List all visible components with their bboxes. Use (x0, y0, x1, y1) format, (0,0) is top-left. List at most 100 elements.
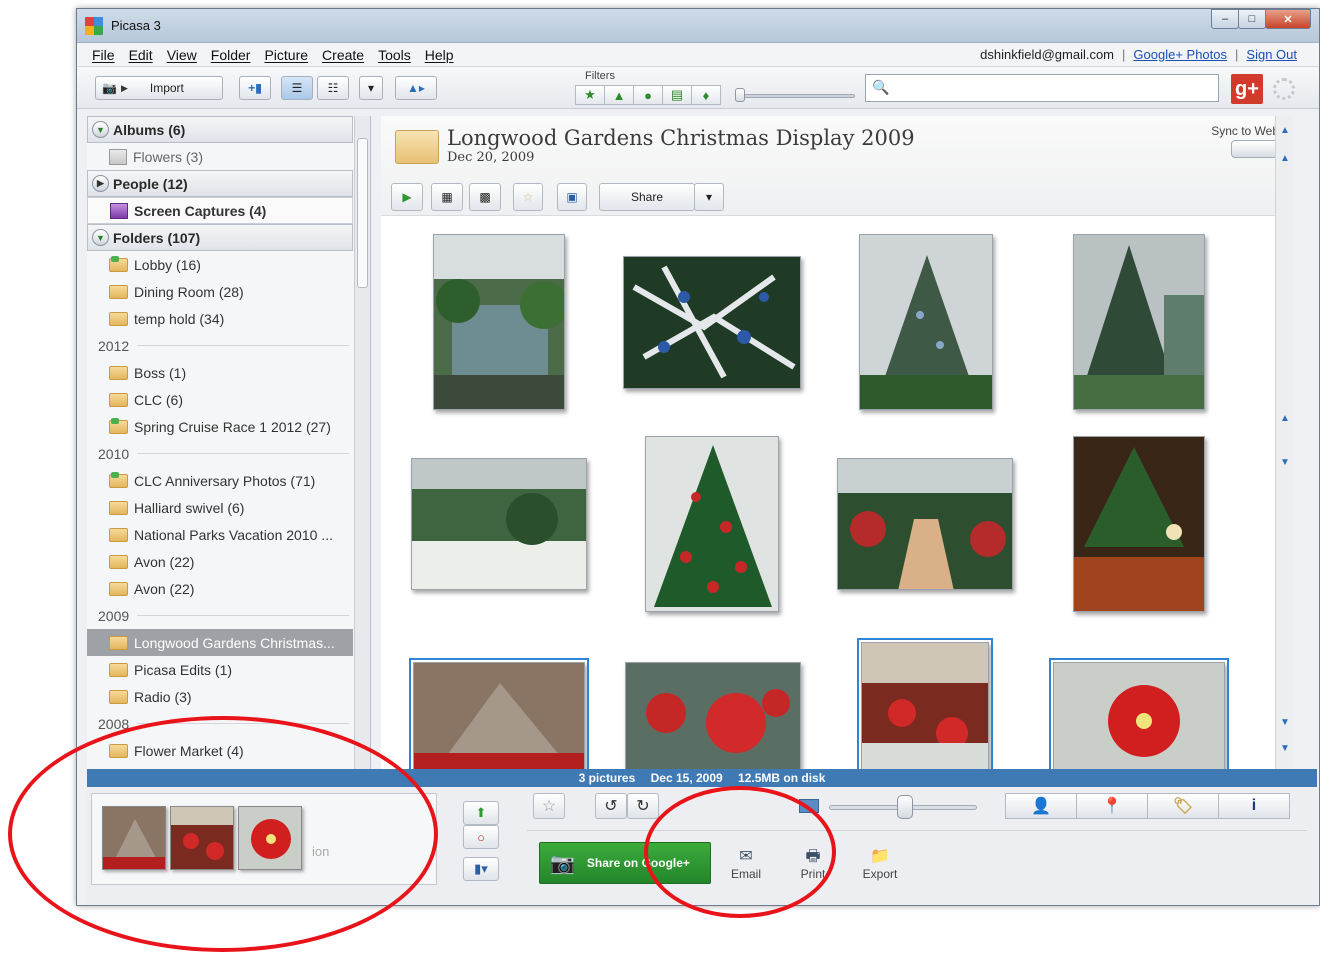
scroll-down-icon[interactable]: ▼ (1279, 716, 1291, 728)
sidebar-item-folder[interactable]: Halliard swivel (6) (87, 494, 353, 521)
search-input[interactable]: 🔍 (865, 74, 1219, 102)
menu-edit[interactable]: Edit (129, 47, 153, 63)
collage-icon[interactable]: ▦ (431, 183, 463, 211)
sidebar-item-folder[interactable]: CLC Anniversary Photos (71) (87, 467, 353, 494)
share-button[interactable]: Share (599, 183, 695, 211)
scroll-bottom-icon[interactable]: ▼ (1279, 742, 1291, 754)
photo-thumbnail[interactable] (433, 234, 565, 410)
photo-thumbnail-selected[interactable] (1049, 658, 1229, 769)
sidebar-scrollbar[interactable] (354, 116, 370, 769)
share-on-google-button[interactable]: 📷 Share on Google+ (539, 842, 711, 884)
thumbnail-view-icon[interactable]: ☰ (281, 76, 313, 100)
view-dropdown-icon[interactable]: ▾ (359, 76, 383, 100)
tray-thumbnail[interactable] (170, 806, 234, 870)
share-dropdown-icon[interactable]: ▾ (694, 183, 724, 211)
menu-view[interactable]: View (167, 47, 197, 63)
scroll-top-icon[interactable]: ▲ (1279, 124, 1291, 136)
email-button[interactable]: ✉ Email (721, 847, 771, 881)
rotate-right-button[interactable]: ↻ (627, 793, 659, 819)
menu-picture[interactable]: Picture (264, 47, 308, 63)
geotag-filter-icon[interactable]: ♦ (691, 85, 721, 105)
sidebar-item-folder[interactable]: temp hold (34) (87, 305, 353, 332)
sidebar-item-screen-captures[interactable]: Screen Captures (4) (87, 197, 353, 224)
menu-create[interactable]: Create (322, 47, 364, 63)
photo-thumbnail-selected[interactable] (857, 638, 993, 769)
sidebar-item-folder[interactable]: Spring Cruise Race 1 2012 (27) (87, 413, 353, 440)
sidebar-item-flowers[interactable]: Flowers (3) (87, 143, 353, 170)
sidebar-item-folder[interactable]: Boss (1) (87, 359, 353, 386)
add-to-album-icon[interactable]: +▮ (239, 76, 271, 100)
movie-icon[interactable]: ▩ (469, 183, 501, 211)
add-to-album-icon[interactable]: ▮▾ (463, 857, 499, 881)
export-button[interactable]: 📁 Export (855, 847, 905, 881)
google-photos-link[interactable]: Google+ Photos (1133, 47, 1227, 62)
menu-help[interactable]: Help (425, 47, 454, 63)
sidebar-scroll-thumb[interactable] (357, 138, 368, 288)
photo-thumbnail-selected[interactable] (409, 658, 589, 769)
photo-thumbnail[interactable] (1073, 234, 1205, 410)
info-icon: i (1251, 797, 1257, 814)
rotate-left-button[interactable]: ↺ (595, 793, 627, 819)
scroll-up-icon[interactable]: ▲ (1279, 152, 1291, 164)
sign-out-link[interactable]: Sign Out (1246, 47, 1297, 62)
info-button[interactable]: i (1218, 793, 1290, 819)
minimize-button[interactable]: – (1211, 9, 1239, 29)
star-icon[interactable]: ☆ (513, 183, 543, 211)
sidebar-item-folder[interactable]: CLC (6) (87, 386, 353, 413)
date-filter-knob[interactable] (735, 88, 745, 102)
zoom-slider-knob[interactable] (897, 795, 913, 819)
people-button[interactable]: 👤 (1005, 793, 1077, 819)
photo-image (646, 437, 778, 611)
import-button[interactable]: 📷 ▶ Import (95, 76, 223, 100)
uploaded-filter-icon[interactable]: ▲ (604, 85, 634, 105)
close-button[interactable]: ✕ (1265, 9, 1311, 29)
menu-folder[interactable]: Folder (211, 47, 251, 63)
menu-file[interactable]: File (92, 47, 115, 63)
google-plus-icon[interactable]: g+ (1231, 74, 1263, 104)
albums-header[interactable]: ▼ Albums (6) (87, 116, 353, 143)
photo-thumbnail[interactable] (411, 458, 587, 590)
photo-thumbnail[interactable] (1073, 436, 1205, 612)
slideshow-icon[interactable]: ▲▸ (395, 76, 437, 100)
list-view-icon[interactable]: ☷ (317, 76, 349, 100)
photo-thumbnail[interactable] (859, 234, 993, 410)
play-slideshow-button[interactable]: ▶ (391, 183, 423, 211)
hold-selection-icon[interactable]: ⬆ (463, 801, 499, 825)
sync-toggle[interactable] (1231, 140, 1279, 158)
sidebar-item-folder[interactable]: Avon (22) (87, 548, 353, 575)
video-filter-icon[interactable]: ▤ (662, 85, 692, 105)
starred-filter-icon[interactable]: ★ (575, 85, 605, 105)
people-header[interactable]: ▶ People (12) (87, 170, 353, 197)
camera-icon: 📷 (102, 81, 117, 95)
photo-image (239, 807, 301, 869)
star-button[interactable]: ☆ (533, 793, 565, 819)
sidebar-item-folder[interactable]: Radio (3) (87, 683, 353, 710)
tags-button[interactable]: 🏷 (1147, 793, 1219, 819)
sidebar-item-folder[interactable]: Flower Market (4) (87, 737, 353, 764)
photo-thumbnail[interactable] (645, 436, 779, 612)
folder-icon (109, 527, 128, 542)
scroll-down-icon[interactable]: ▼ (1279, 456, 1291, 468)
save-icon[interactable]: ▣ (557, 183, 587, 211)
photo-thumbnail[interactable] (837, 458, 1013, 590)
photo-thumbnail[interactable] (625, 662, 801, 769)
sidebar-item-folder[interactable]: Picasa Edits (1) (87, 656, 353, 683)
sidebar-item-folder[interactable]: Dining Room (28) (87, 278, 353, 305)
sidebar-item-folder-selected[interactable]: Longwood Gardens Christmas... (87, 629, 353, 656)
date-filter-slider[interactable] (739, 94, 855, 98)
maximize-button[interactable]: □ (1238, 9, 1266, 29)
photo-thumbnail[interactable] (623, 256, 801, 389)
folders-header[interactable]: ▼ Folders (107) (87, 224, 353, 251)
sidebar-item-folder[interactable]: Lobby (16) (87, 251, 353, 278)
scroll-up-icon[interactable]: ▲ (1279, 412, 1291, 424)
sidebar-item-folder[interactable]: Avon (22) (87, 575, 353, 602)
print-button[interactable]: 🖶 Print (788, 847, 838, 881)
location-button[interactable]: 📍 (1076, 793, 1148, 819)
menu-tools[interactable]: Tools (378, 47, 411, 63)
tray-thumbnail[interactable] (238, 806, 302, 870)
sidebar-item-folder[interactable]: National Parks Vacation 2010 ... (87, 521, 353, 548)
clear-selection-icon[interactable]: ○ (463, 825, 499, 849)
main-scrollbar[interactable]: ▲ ▲ ▲ ▼ ▼ ▼ (1275, 116, 1293, 769)
people-filter-icon[interactable]: ● (633, 85, 663, 105)
tray-thumbnail[interactable] (102, 806, 166, 870)
